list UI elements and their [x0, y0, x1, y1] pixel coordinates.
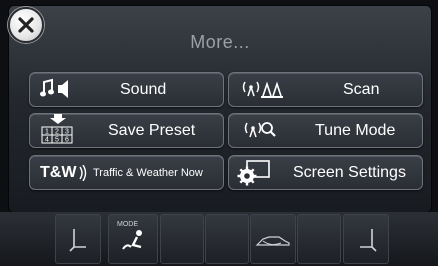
mode-airflow-icon	[121, 229, 147, 260]
seat-left-icon	[68, 227, 90, 258]
svg-text:5: 5	[55, 137, 59, 144]
climate-dock: MODE	[0, 212, 438, 266]
more-menu-screen: More... Sound Scan 1 2 3 4 5 6 Save Pres…	[8, 5, 432, 213]
traffic-weather-icon: T&W	[40, 163, 77, 181]
screen-settings-icon	[237, 159, 273, 192]
defrost-button[interactable]	[250, 214, 296, 264]
close-button[interactable]	[8, 7, 44, 43]
mode-label: MODE	[117, 221, 138, 228]
seat-heater-left-button[interactable]	[55, 214, 101, 264]
dock-blank-1[interactable]	[160, 214, 204, 264]
traffic-weather-button[interactable]: T&W Traffic & Weather Now	[29, 155, 224, 190]
svg-text:6: 6	[65, 137, 69, 144]
mode-airflow-button[interactable]: MODE	[108, 214, 158, 264]
scan-icon	[241, 78, 287, 105]
scan-button[interactable]: Scan	[228, 72, 423, 107]
dock-blank-2[interactable]	[205, 214, 249, 264]
save-preset-label: Save Preset	[108, 121, 196, 139]
svg-text:2: 2	[55, 129, 59, 136]
sound-icon	[40, 78, 76, 105]
screen-settings-button[interactable]: Screen Settings	[228, 155, 423, 190]
save-preset-icon: 123 456	[38, 112, 78, 151]
svg-text:4: 4	[45, 137, 49, 144]
sound-button[interactable]: Sound	[29, 72, 224, 107]
tune-mode-button[interactable]: Tune Mode	[228, 113, 423, 148]
seat-right-icon	[356, 227, 378, 258]
page-title: More...	[190, 32, 250, 52]
tune-mode-label: Tune Mode	[315, 121, 396, 139]
close-icon	[18, 17, 34, 33]
dock-blank-3[interactable]	[297, 214, 341, 264]
svg-text:3: 3	[65, 129, 69, 136]
screen-settings-label: Screen Settings	[293, 163, 406, 181]
seat-heater-right-button[interactable]	[343, 214, 389, 264]
traffic-weather-label: Traffic & Weather Now	[93, 166, 203, 179]
sound-label: Sound	[120, 80, 167, 98]
svg-text:1: 1	[45, 129, 49, 136]
scan-label: Scan	[343, 80, 380, 98]
save-preset-button[interactable]: 123 456 Save Preset	[29, 113, 224, 148]
broadcast-waves-icon	[78, 164, 88, 186]
defrost-icon	[255, 233, 291, 254]
tune-mode-icon	[243, 119, 277, 146]
